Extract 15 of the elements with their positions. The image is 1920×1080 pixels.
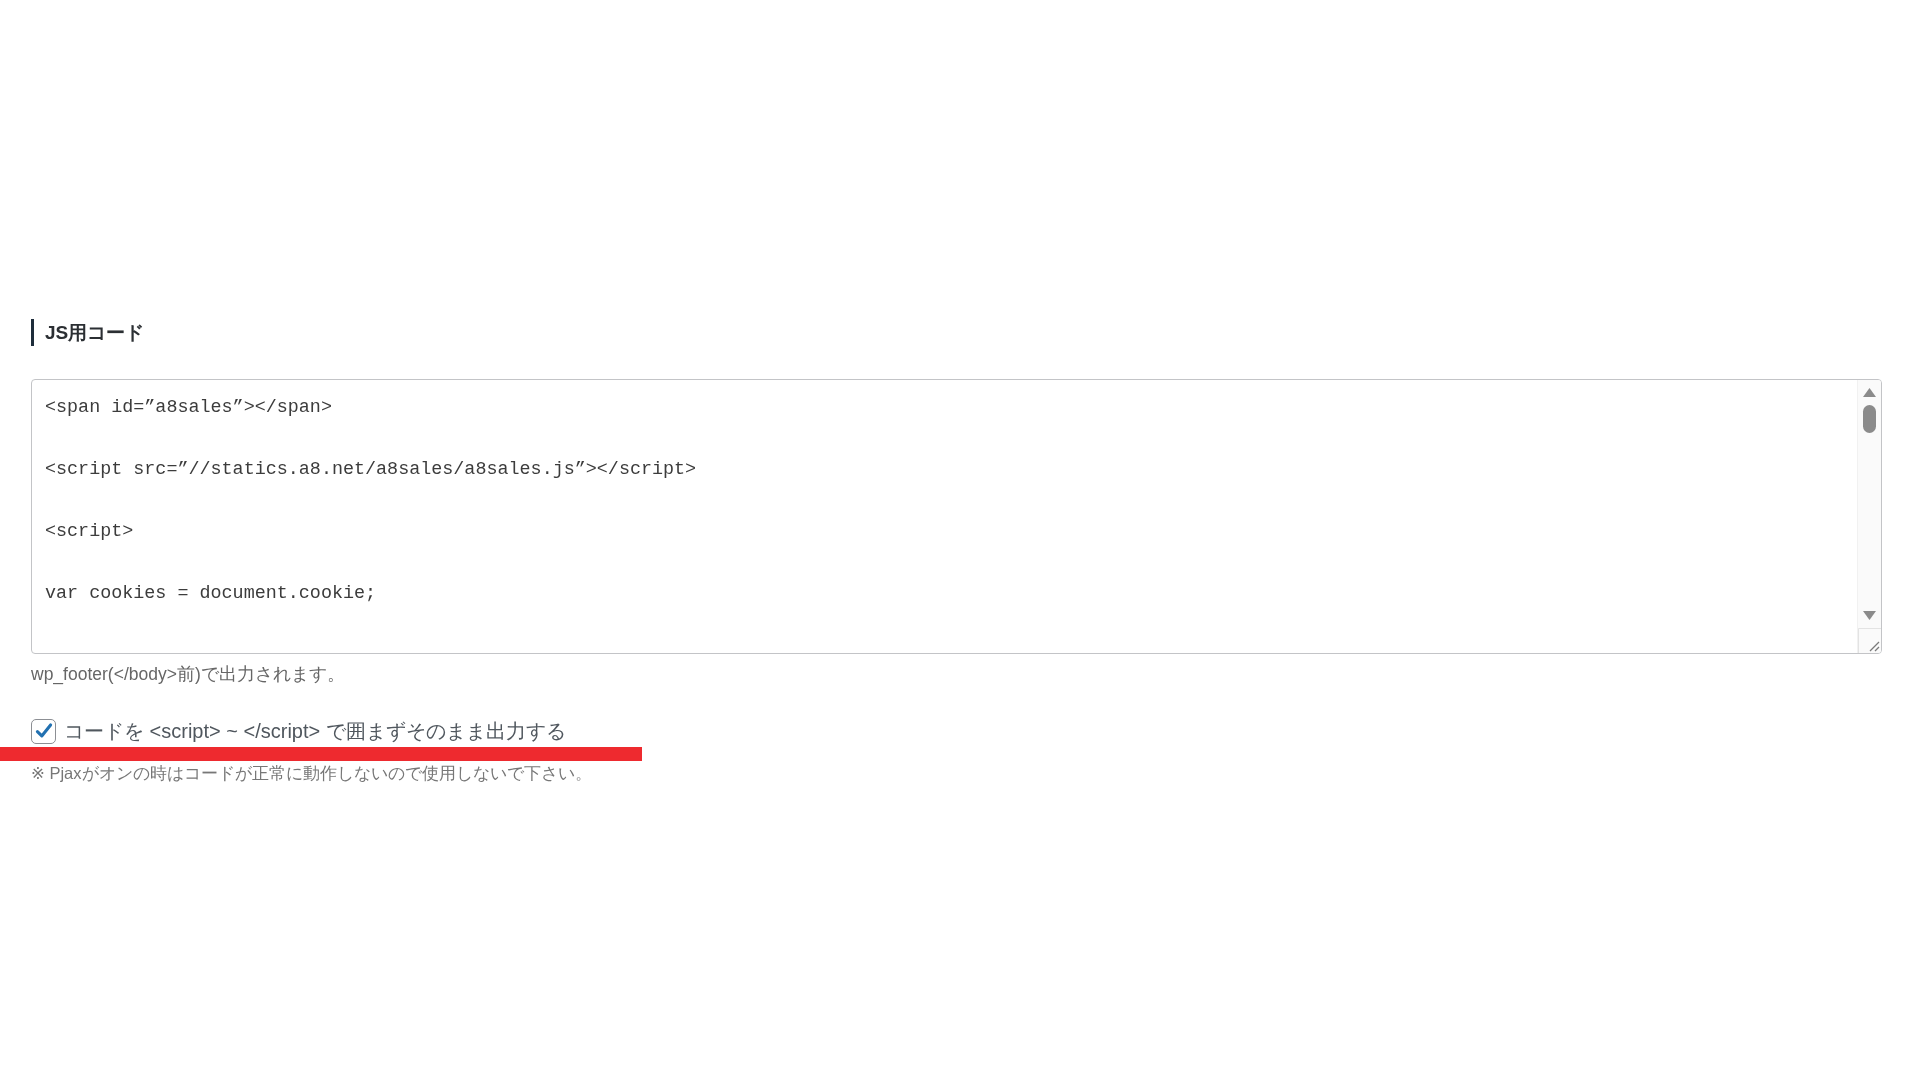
- scroll-up-arrow-icon[interactable]: [1863, 388, 1876, 397]
- help-text: wp_footer(</body>前)で出力されます。: [31, 663, 345, 686]
- code-line: <span id=”a8sales”></span>: [45, 396, 332, 420]
- section-title: JS用コード: [31, 319, 145, 346]
- resize-grip-icon[interactable]: [1858, 628, 1881, 653]
- scrollbar[interactable]: [1857, 380, 1881, 653]
- note-text: ※ Pjaxがオンの時はコードが正常に動作しないので使用しないで下さい。: [31, 763, 592, 783]
- code-line: <script>: [45, 520, 134, 544]
- checkbox-label[interactable]: コードを <script> ~ </script> で囲まずそのまま出力する: [64, 717, 566, 745]
- code-line: var cookies = document.cookie;: [45, 582, 377, 606]
- scrollbar-thumb[interactable]: [1863, 405, 1876, 433]
- code-line: <script src=”//statics.a8.net/a8sales/a8sales.js”></script>: [45, 458, 697, 482]
- checkbox[interactable]: [31, 718, 56, 744]
- code-field[interactable]: <span id=”a8sales”></span> <script src=”//statics.a8.net/a8sales/a8sales.js”></script> <script> var cookies = document.cookie;: [31, 379, 1882, 654]
- scroll-down-arrow-icon[interactable]: [1863, 611, 1876, 620]
